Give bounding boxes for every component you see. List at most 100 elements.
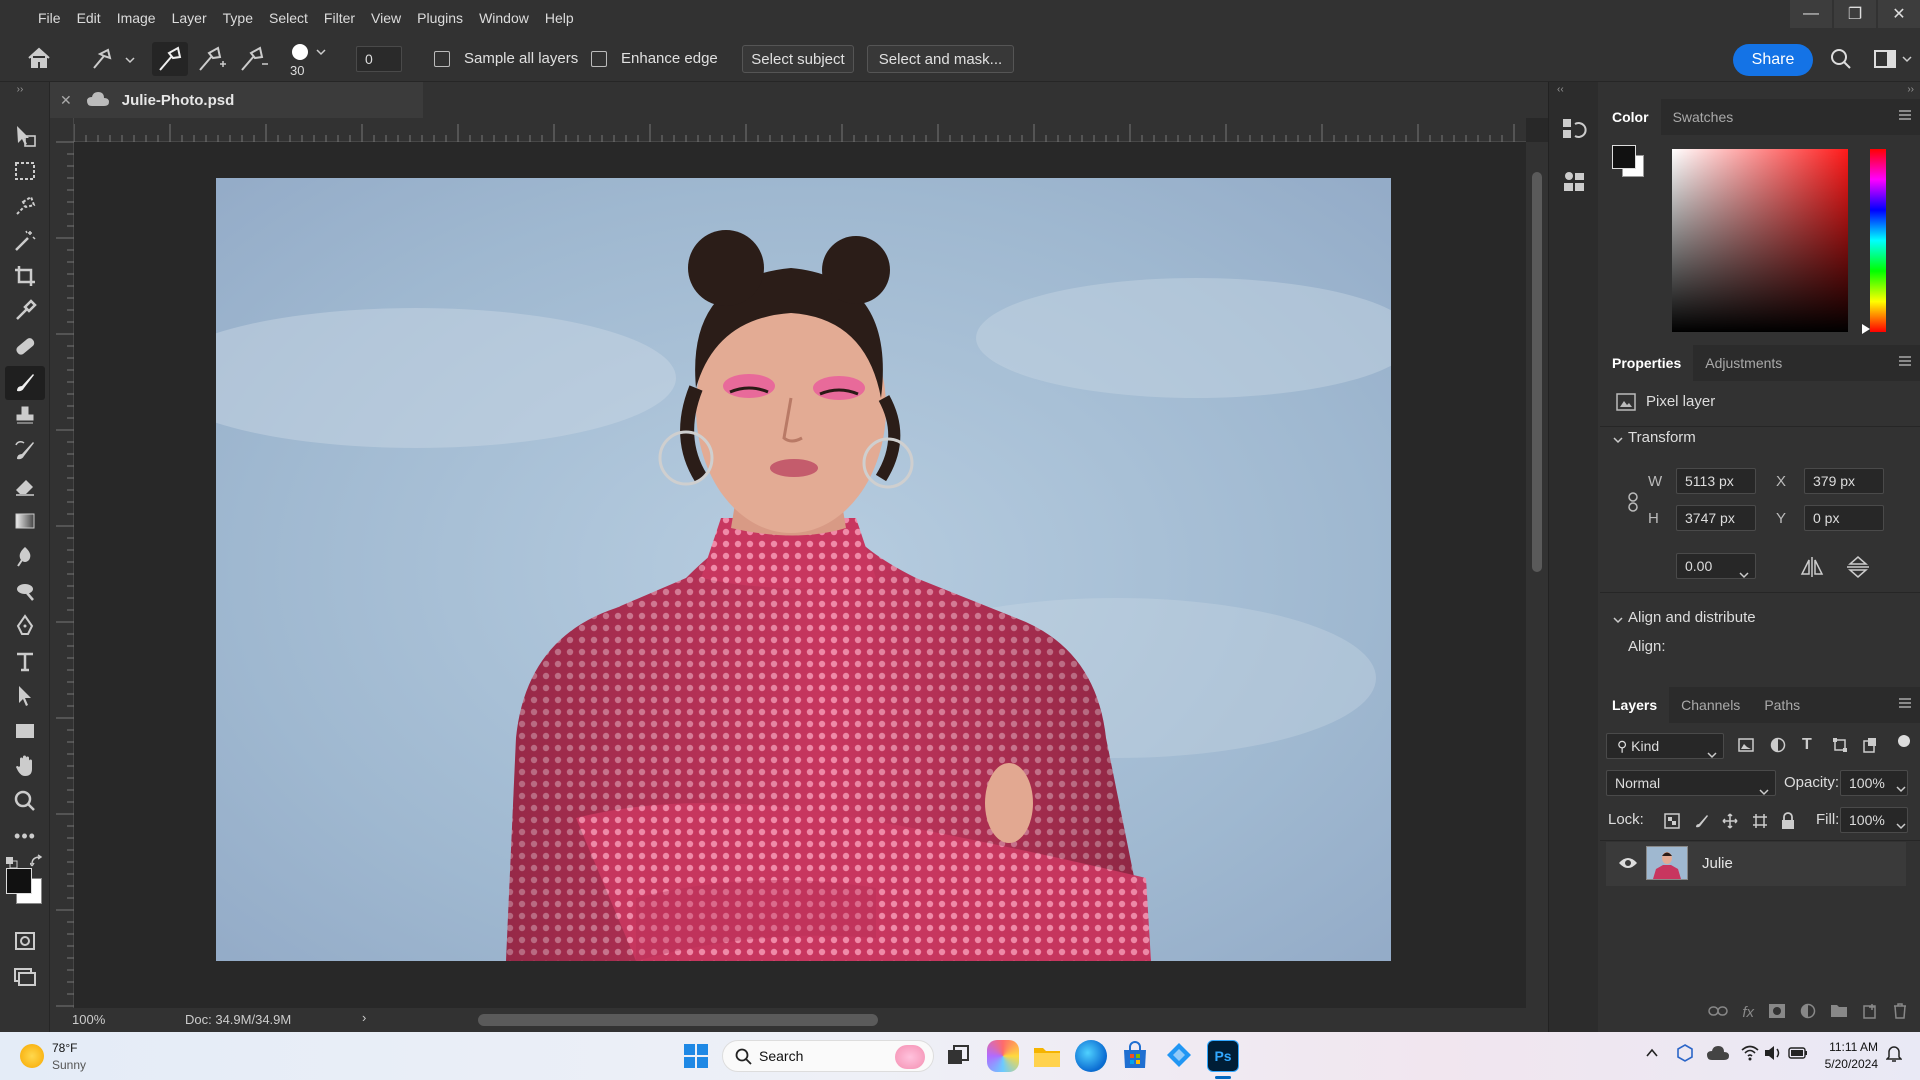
magic-wand-tool-icon[interactable] xyxy=(11,227,39,255)
quick-mask-icon[interactable] xyxy=(11,927,39,955)
hue-slider-handle[interactable] xyxy=(1862,324,1870,334)
volume-icon[interactable] xyxy=(1764,1045,1782,1064)
rotation-dropdown-icon[interactable] xyxy=(1739,562,1749,586)
lock-position-icon[interactable] xyxy=(1722,813,1738,832)
menu-help[interactable]: Help xyxy=(537,0,582,36)
x-input[interactable]: 379 px xyxy=(1804,468,1884,494)
menu-image[interactable]: Image xyxy=(109,0,164,36)
properties-menu-icon[interactable] xyxy=(1898,354,1912,371)
tool-preset-picker[interactable] xyxy=(90,46,138,72)
eyedropper-tool-icon[interactable] xyxy=(11,297,39,325)
search-icon[interactable] xyxy=(1830,48,1852,73)
home-icon[interactable] xyxy=(26,46,52,73)
path-selection-tool-icon[interactable] xyxy=(11,682,39,710)
menu-filter[interactable]: Filter xyxy=(316,0,363,36)
rectangle-tool-icon[interactable] xyxy=(11,717,39,745)
crop-tool-icon[interactable] xyxy=(11,262,39,290)
color-panel-menu-icon[interactable] xyxy=(1898,108,1912,125)
windows-start-icon[interactable] xyxy=(683,1043,709,1072)
tab-paths[interactable]: Paths xyxy=(1752,687,1812,723)
healing-brush-tool-icon[interactable] xyxy=(11,332,39,360)
swap-colors-icon[interactable] xyxy=(29,854,44,871)
brush-tool-icon[interactable] xyxy=(5,366,45,400)
battery-icon[interactable] xyxy=(1788,1046,1808,1062)
lock-artboard-icon[interactable] xyxy=(1752,813,1768,832)
flip-vertical-icon[interactable] xyxy=(1846,556,1870,581)
photo-canvas[interactable] xyxy=(216,178,1391,961)
filter-pixel-icon[interactable] xyxy=(1738,737,1754,756)
edge-browser-icon[interactable] xyxy=(1075,1040,1107,1072)
align-chevron-icon[interactable] xyxy=(1612,612,1624,628)
store-icon[interactable] xyxy=(1119,1040,1151,1072)
document-tab[interactable]: ✕ Julie-Photo.psd xyxy=(50,82,423,118)
hand-tool-icon[interactable] xyxy=(11,752,39,780)
app-pinned-icon[interactable] xyxy=(1163,1040,1195,1072)
fx-icon[interactable]: fx xyxy=(1742,1004,1754,1021)
lock-pixels-icon[interactable] xyxy=(1694,813,1710,832)
brush-size-picker[interactable]: 30 xyxy=(290,42,330,78)
new-layer-icon[interactable] xyxy=(1862,1003,1878,1022)
tab-channels[interactable]: Channels xyxy=(1669,687,1752,723)
foreground-color-swatch[interactable] xyxy=(6,868,32,894)
close-window-button[interactable]: ✕ xyxy=(1878,0,1920,28)
tab-properties[interactable]: Properties xyxy=(1600,345,1694,381)
libraries-panel-icon[interactable] xyxy=(1561,168,1587,197)
width-input[interactable]: 5113 px xyxy=(1676,468,1756,494)
eraser-tool-icon[interactable] xyxy=(11,472,39,500)
menu-type[interactable]: Type xyxy=(215,0,261,36)
restore-button[interactable]: ❐ xyxy=(1834,0,1876,28)
menu-file[interactable]: File xyxy=(30,0,69,36)
gradient-tool-icon[interactable] xyxy=(11,507,39,535)
height-input[interactable]: 3747 px xyxy=(1676,505,1756,531)
rotation-input[interactable]: 0.00 xyxy=(1676,553,1756,579)
onedrive-icon[interactable] xyxy=(1706,1045,1730,1064)
blur-tool-icon[interactable] xyxy=(11,542,39,570)
tray-app-icon[interactable] xyxy=(1676,1044,1694,1065)
minimize-button[interactable]: — xyxy=(1790,0,1832,28)
select-and-mask-button[interactable]: Select and mask... xyxy=(867,45,1014,73)
close-tab-icon[interactable]: ✕ xyxy=(60,92,72,109)
more-tools-icon[interactable]: ••• xyxy=(11,822,39,850)
marquee-tool-icon[interactable] xyxy=(11,157,39,185)
filter-shape-icon[interactable] xyxy=(1832,737,1848,756)
clock-time[interactable]: 11:11 AM xyxy=(1822,1040,1878,1054)
zoom-level[interactable]: 100% xyxy=(72,1012,105,1027)
add-mask-icon[interactable] xyxy=(1768,1003,1786,1022)
history-panel-icon[interactable] xyxy=(1561,116,1587,145)
menu-window[interactable]: Window xyxy=(471,0,537,36)
notifications-bell-icon[interactable] xyxy=(1885,1045,1903,1066)
type-tool-icon[interactable] xyxy=(11,647,39,675)
fill-dropdown-icon[interactable] xyxy=(1896,817,1906,833)
collapse-panels-icon[interactable]: ›› xyxy=(1907,84,1914,95)
new-selection-brush-icon[interactable] xyxy=(152,42,188,76)
wifi-icon[interactable] xyxy=(1741,1045,1759,1064)
link-dimensions-icon[interactable] xyxy=(1626,492,1640,515)
flip-horizontal-icon[interactable] xyxy=(1800,556,1824,581)
pen-tool-icon[interactable] xyxy=(11,612,39,640)
sample-all-layers-checkbox[interactable] xyxy=(434,51,450,67)
menu-view[interactable]: View xyxy=(363,0,409,36)
tab-layers[interactable]: Layers xyxy=(1600,687,1670,723)
artboard-tool-icon[interactable] xyxy=(11,122,39,150)
dodge-tool-icon[interactable] xyxy=(11,577,39,605)
filter-adjustment-icon[interactable] xyxy=(1770,737,1786,756)
tab-swatches[interactable]: Swatches xyxy=(1661,99,1746,135)
hardness-input[interactable]: 0 xyxy=(356,46,402,72)
menu-edit[interactable]: Edit xyxy=(69,0,109,36)
zoom-tool-icon[interactable] xyxy=(11,787,39,815)
tab-adjustments[interactable]: Adjustments xyxy=(1693,345,1794,381)
select-subject-button[interactable]: Select subject xyxy=(742,45,854,73)
transform-chevron-icon[interactable] xyxy=(1612,432,1624,448)
photoshop-app-icon[interactable]: Ps xyxy=(1207,1040,1239,1072)
taskbar-search-box[interactable]: Search xyxy=(722,1040,934,1072)
lock-all-icon[interactable] xyxy=(1780,812,1796,833)
filter-type-icon[interactable]: T xyxy=(1802,736,1812,754)
filter-toggle-icon[interactable] xyxy=(1898,735,1910,747)
add-to-selection-brush-icon[interactable] xyxy=(194,44,228,77)
lasso-tool-icon[interactable] xyxy=(11,192,39,220)
history-brush-tool-icon[interactable] xyxy=(11,437,39,465)
menu-plugins[interactable]: Plugins xyxy=(409,0,471,36)
filter-smart-object-icon[interactable] xyxy=(1862,737,1878,756)
vertical-scrollbar[interactable] xyxy=(1526,142,1548,1008)
opacity-dropdown-icon[interactable] xyxy=(1896,780,1906,796)
